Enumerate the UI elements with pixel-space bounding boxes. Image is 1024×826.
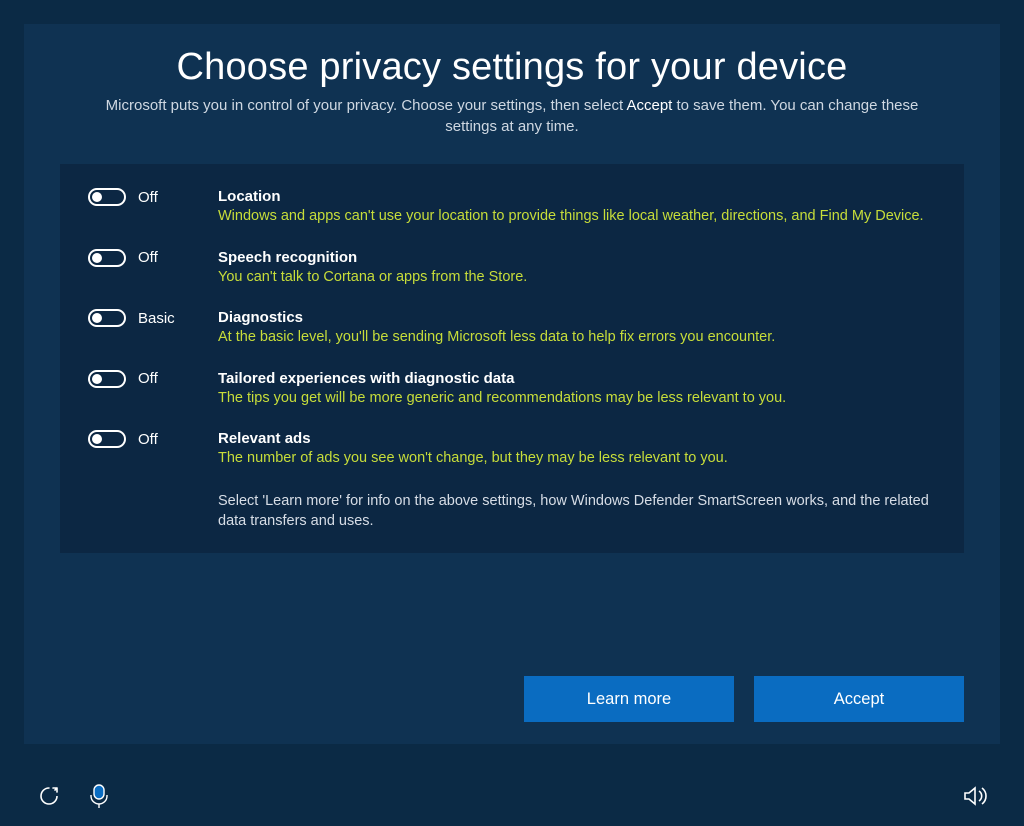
header: Choose privacy settings for your device …: [24, 24, 1000, 137]
page-subtitle: Microsoft puts you in control of your pr…: [84, 95, 940, 137]
volume-icon[interactable]: [962, 783, 988, 809]
page-title: Choose privacy settings for your device: [84, 46, 940, 89]
setting-content: Tailored experiences with diagnostic dat…: [218, 370, 936, 409]
setting-title: Tailored experiences with diagnostic dat…: [218, 370, 936, 387]
setting-row-location: Off Location Windows and apps can't use …: [88, 188, 936, 227]
setting-title: Relevant ads: [218, 430, 936, 447]
subtitle-accept-word: Accept: [626, 97, 672, 114]
setting-content: Speech recognition You can't talk to Cor…: [218, 249, 936, 288]
toggle-state-label: Basic: [138, 310, 175, 327]
ease-of-access-icon[interactable]: [36, 783, 62, 809]
button-bar: Learn more Accept: [524, 676, 964, 722]
toggle-state-label: Off: [138, 431, 158, 448]
toggle-knob: [92, 313, 102, 323]
accept-button[interactable]: Accept: [754, 676, 964, 722]
setting-description: Windows and apps can't use your location…: [218, 207, 936, 227]
toggle-state-label: Off: [138, 370, 158, 387]
setting-content: Diagnostics At the basic level, you'll b…: [218, 309, 936, 348]
toggle-group: Off: [88, 370, 218, 388]
setting-title: Speech recognition: [218, 249, 936, 266]
setting-row-tailored: Off Tailored experiences with diagnostic…: [88, 370, 936, 409]
toggle-knob: [92, 434, 102, 444]
setting-row-speech: Off Speech recognition You can't talk to…: [88, 249, 936, 288]
toggle-knob: [92, 374, 102, 384]
setting-description: The number of ads you see won't change, …: [218, 449, 936, 469]
toggle-group: Off: [88, 430, 218, 448]
setting-row-ads: Off Relevant ads The number of ads you s…: [88, 430, 936, 469]
toggle-state-label: Off: [138, 249, 158, 266]
setting-content: Location Windows and apps can't use your…: [218, 188, 936, 227]
tailored-toggle[interactable]: [88, 370, 126, 388]
setting-content: Relevant ads The number of ads you see w…: [218, 430, 936, 469]
settings-panel: Off Location Windows and apps can't use …: [60, 164, 964, 553]
toggle-knob: [92, 253, 102, 263]
setting-description: At the basic level, you'll be sending Mi…: [218, 328, 936, 348]
toggle-group: Off: [88, 188, 218, 206]
setting-title: Diagnostics: [218, 309, 936, 326]
toggle-group: Basic: [88, 309, 218, 327]
privacy-settings-screen: Choose privacy settings for your device …: [24, 24, 1000, 744]
setting-title: Location: [218, 188, 936, 205]
toggle-state-label: Off: [138, 189, 158, 206]
location-toggle[interactable]: [88, 188, 126, 206]
learn-more-button[interactable]: Learn more: [524, 676, 734, 722]
diagnostics-toggle[interactable]: [88, 309, 126, 327]
cortana-icon[interactable]: [86, 783, 112, 809]
toggle-knob: [92, 192, 102, 202]
speech-toggle[interactable]: [88, 249, 126, 267]
toggle-group: Off: [88, 249, 218, 267]
setting-description: You can't talk to Cortana or apps from t…: [218, 268, 936, 288]
setting-row-diagnostics: Basic Diagnostics At the basic level, yo…: [88, 309, 936, 348]
taskbar: [0, 766, 1024, 826]
subtitle-pre: Microsoft puts you in control of your pr…: [106, 97, 627, 114]
setting-description: The tips you get will be more generic an…: [218, 389, 936, 409]
footer-note: Select 'Learn more' for info on the abov…: [218, 491, 936, 532]
ads-toggle[interactable]: [88, 430, 126, 448]
